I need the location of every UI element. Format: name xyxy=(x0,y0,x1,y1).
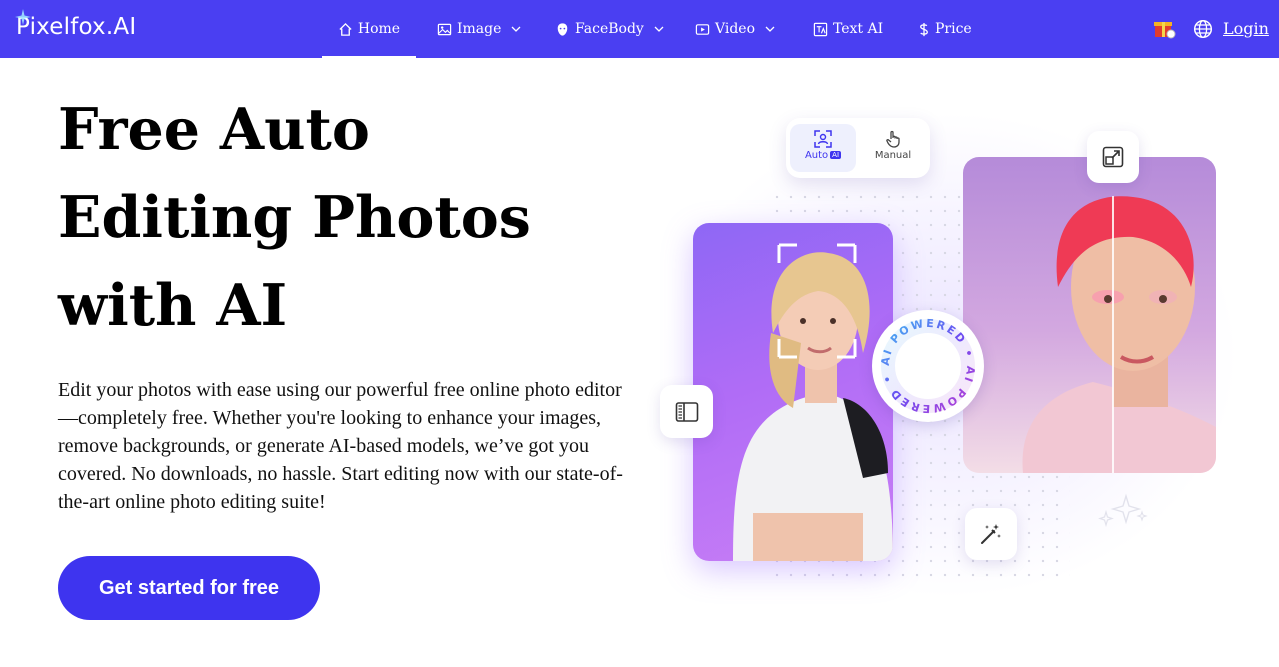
magic-wand-button[interactable] xyxy=(965,508,1017,560)
hero-title: Free Auto Editing Photos with AI xyxy=(58,96,531,339)
ai-powered-ring: AI POWERED • AI POWERED • xyxy=(879,317,975,416)
auto-mode-button[interactable]: Auto AI xyxy=(790,124,856,172)
home-icon xyxy=(339,22,352,36)
auto-mode-label: Auto xyxy=(804,150,829,161)
expand-icon xyxy=(1102,146,1124,168)
manual-mode-label: Manual xyxy=(874,150,912,161)
portrait-blonde-image xyxy=(733,243,893,561)
brand-logo[interactable]: Pixelfox.AI xyxy=(15,9,137,40)
video-icon xyxy=(695,23,710,35)
gift-icon[interactable] xyxy=(1152,16,1176,40)
portrait-redhead-image xyxy=(1022,196,1216,473)
chevron-down-icon xyxy=(654,26,664,32)
chevron-down-icon xyxy=(765,26,775,32)
nav-item-video[interactable]: Video xyxy=(695,0,775,58)
nav-item-label: Home xyxy=(357,21,401,37)
edit-mode-toggle: Auto AI Manual xyxy=(786,118,930,178)
manual-mode-button[interactable]: Manual xyxy=(860,124,926,172)
nav-item-label: Image xyxy=(457,21,502,37)
nav-item-home[interactable]: Home xyxy=(322,0,416,58)
nav-item-price[interactable]: Price xyxy=(918,0,972,58)
original-photo-card xyxy=(693,223,893,561)
hand-pointer-icon xyxy=(886,130,900,148)
get-started-button[interactable]: Get started for free xyxy=(58,556,320,620)
text-ai-icon xyxy=(813,22,828,36)
nav-item-label: Video xyxy=(715,21,756,37)
before-after-divider[interactable] xyxy=(1112,196,1114,473)
hero-description: Edit your photos with ease using our pow… xyxy=(58,379,623,513)
globe-icon[interactable] xyxy=(1193,19,1213,39)
compare-panel-icon xyxy=(675,401,698,422)
nav-item-label: Price xyxy=(935,21,972,37)
chevron-down-icon xyxy=(511,26,521,32)
expand-tool-button[interactable] xyxy=(1087,131,1139,183)
image-icon xyxy=(437,23,452,35)
sparkle-decoration-icon xyxy=(1098,493,1148,528)
ai-powered-badge: AI POWERED • AI POWERED • xyxy=(872,310,984,422)
ai-badge: AI xyxy=(830,151,842,159)
active-tab-indicator xyxy=(322,56,416,59)
logo-spark-icon xyxy=(15,9,31,25)
before-after-photo-card xyxy=(963,157,1216,473)
magic-wand-icon xyxy=(981,524,1001,544)
nav-item-facebody[interactable]: FaceBody xyxy=(555,0,664,58)
login-link[interactable]: Login xyxy=(1223,19,1269,38)
nav-item-image[interactable]: Image xyxy=(437,0,521,58)
face-icon xyxy=(557,22,568,36)
dollar-icon xyxy=(920,22,928,36)
compare-tool-button[interactable] xyxy=(660,385,713,438)
face-scan-icon xyxy=(814,130,832,148)
brand-name: Pixelfox.AI xyxy=(16,14,137,40)
nav-item-text-ai[interactable]: Text AI xyxy=(813,0,883,58)
top-navbar: Pixelfox.AI Home Image FaceBody Video Te… xyxy=(0,0,1279,59)
nav-item-label: Text AI xyxy=(833,21,884,37)
nav-item-label: FaceBody xyxy=(575,21,644,37)
